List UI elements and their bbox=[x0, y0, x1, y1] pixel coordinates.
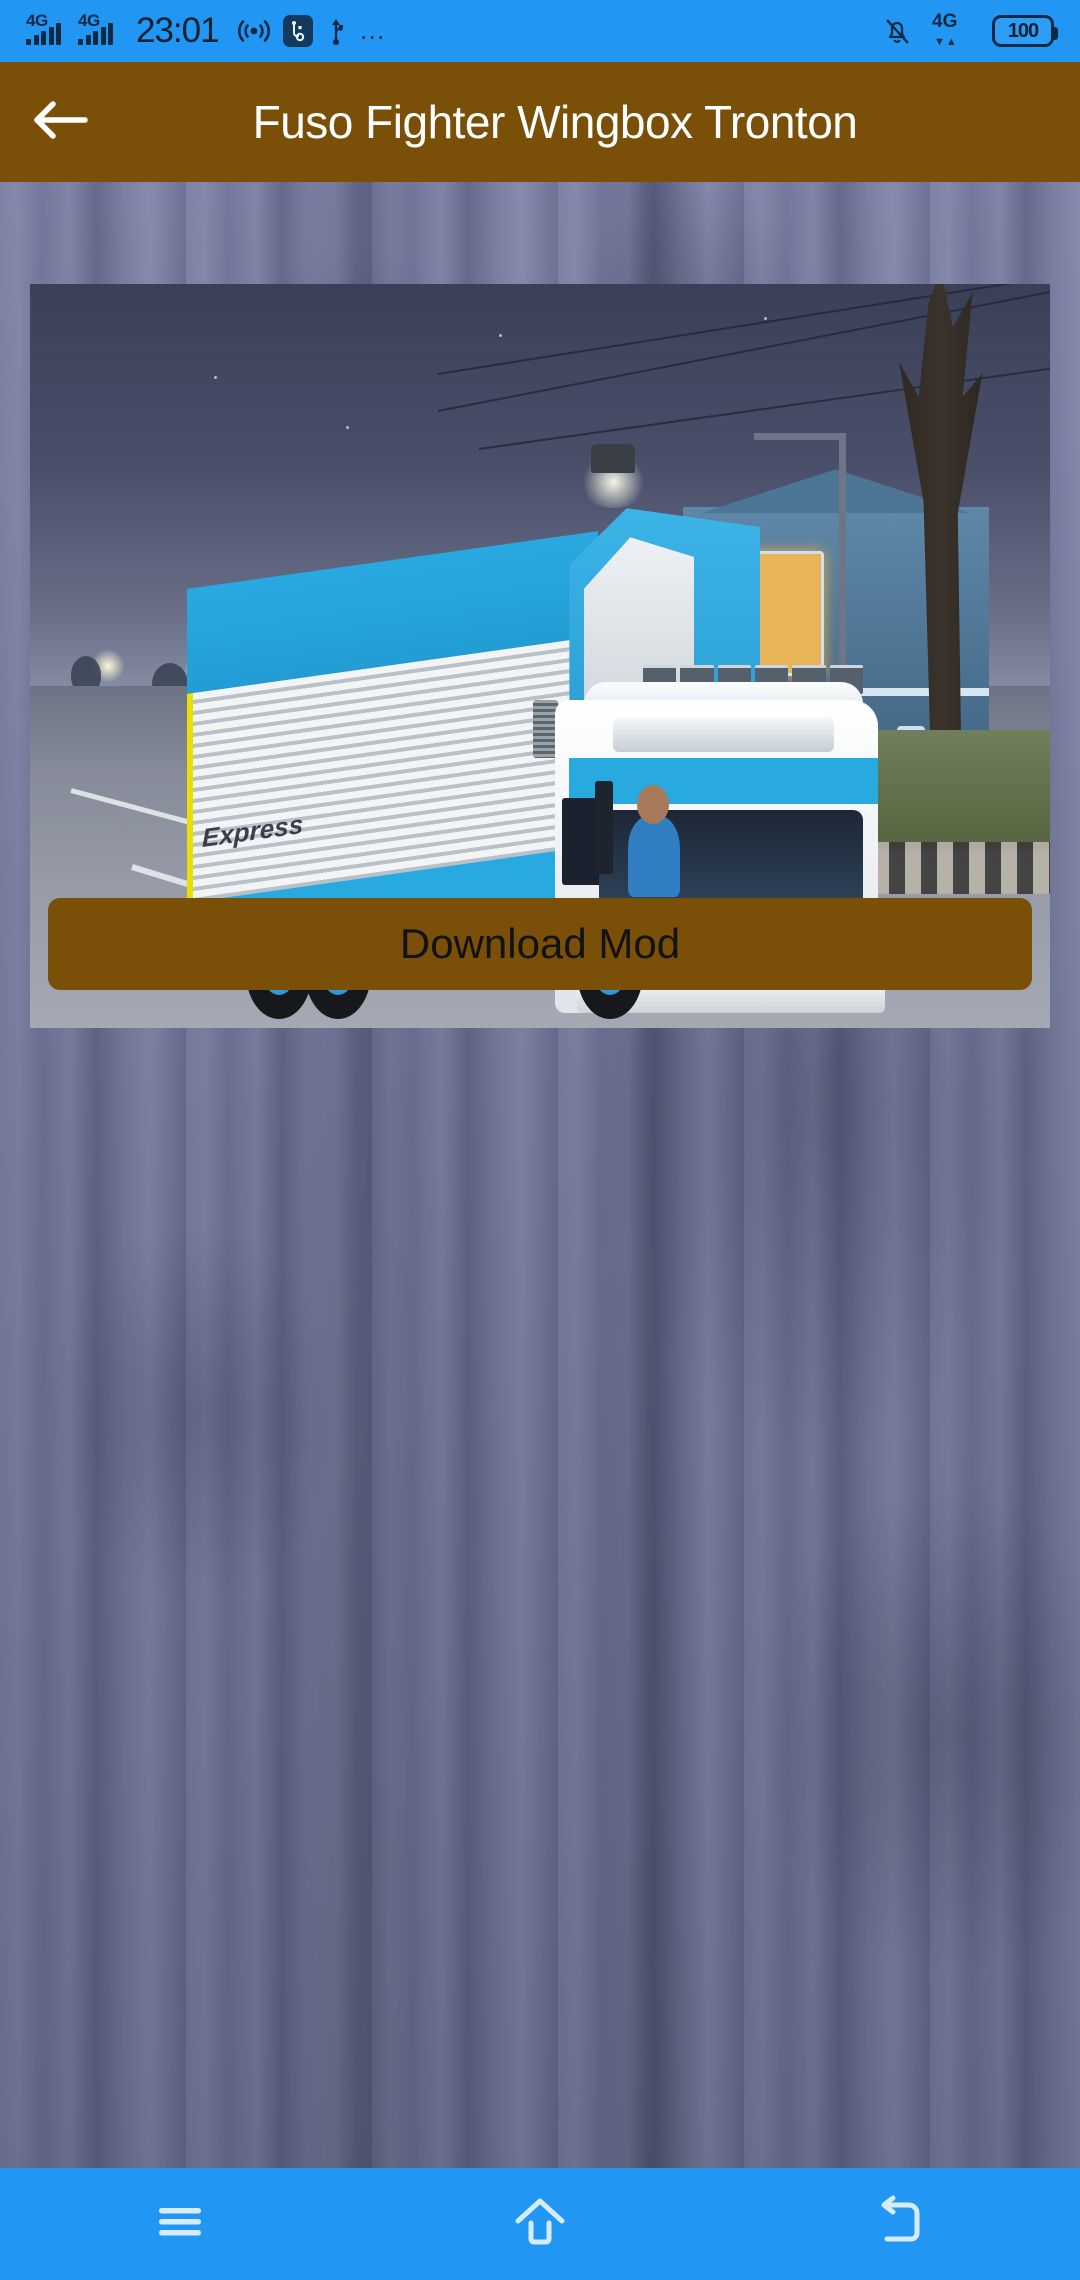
menu-icon bbox=[151, 2199, 209, 2250]
home-button[interactable] bbox=[360, 2195, 720, 2254]
recents-button[interactable] bbox=[0, 2199, 360, 2250]
battery-icon: 100 bbox=[992, 15, 1058, 47]
page-title: Fuso Fighter Wingbox Tronton bbox=[252, 96, 858, 148]
status-bar-right: 4G ▼▲ 100 bbox=[882, 11, 1058, 48]
arrow-left-icon bbox=[29, 96, 91, 149]
mobile-data-4g-label: 4G bbox=[932, 11, 958, 32]
signal-4g-icon-2: 4G bbox=[78, 12, 118, 47]
status-bar: 4G 4G 23:01 … 4G ▼▲ 100 bbox=[0, 0, 1080, 62]
download-mod-button[interactable]: Download Mod bbox=[48, 898, 1032, 990]
system-navigation-bar bbox=[0, 2168, 1080, 2280]
app-bar: Fuso Fighter Wingbox Tronton bbox=[0, 62, 1080, 182]
usb-icon bbox=[325, 16, 347, 46]
hotspot-icon bbox=[237, 17, 271, 45]
status-bar-left: 4G 4G 23:01 … bbox=[26, 11, 882, 51]
back-arrow-icon bbox=[869, 2195, 931, 2254]
signal-bars bbox=[26, 23, 61, 45]
app-bar-back-button[interactable] bbox=[0, 96, 120, 149]
notifications-muted-icon bbox=[882, 15, 912, 47]
data-arrows-icon: ▼▲ bbox=[934, 36, 958, 48]
back-button[interactable] bbox=[720, 2195, 1080, 2254]
signal-4g-icon: 4G bbox=[26, 12, 66, 47]
signal-bars-2 bbox=[78, 23, 113, 45]
status-bar-clock: 23:01 bbox=[136, 11, 220, 50]
home-icon bbox=[509, 2195, 571, 2254]
usb-debugging-icon bbox=[282, 15, 313, 47]
more-dots-icon: … bbox=[358, 15, 389, 46]
app-screen: 4G 4G 23:01 … 4G ▼▲ 100 Fuso Fighter Win… bbox=[0, 0, 1080, 2280]
mobile-data-4g-icon: 4G ▼▲ bbox=[930, 11, 974, 48]
battery-level-label: 100 bbox=[1007, 19, 1039, 42]
